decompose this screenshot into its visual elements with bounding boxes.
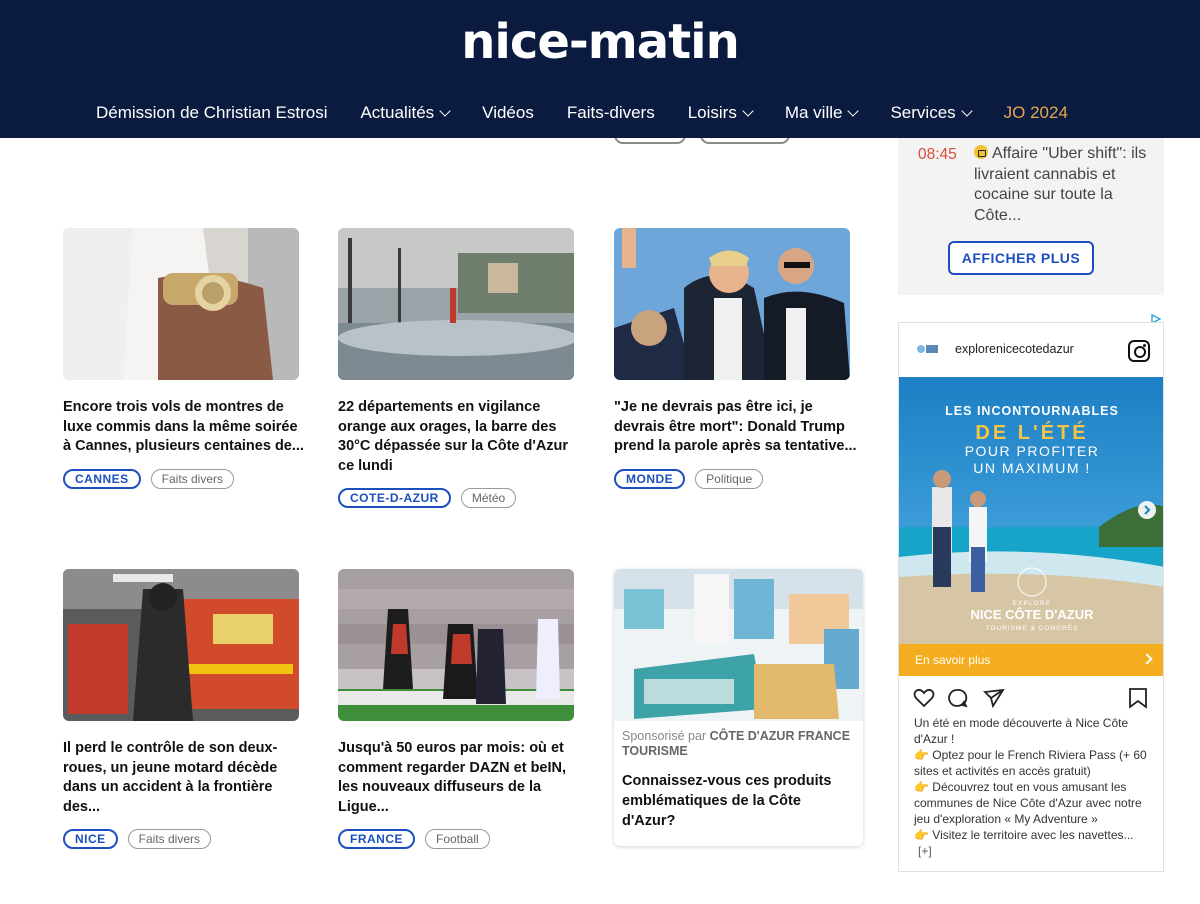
- instagram-username[interactable]: explorenicecotedazur: [955, 342, 1074, 356]
- chevron-down-icon: [960, 104, 973, 117]
- tag-location[interactable]: FRANCE: [338, 829, 415, 849]
- article-image-watch[interactable]: [63, 228, 299, 380]
- ad-headline-2: DE L'ÉTÉ: [975, 421, 1088, 444]
- sponsored-image[interactable]: [614, 569, 863, 721]
- caption-text: Visitez le territoire avec les navettes.…: [932, 828, 1134, 842]
- caption-text: Découvrez tout en vous amusant les commu…: [914, 780, 1142, 826]
- article-title[interactable]: "Je ne devrais pas être ici, je devrais …: [614, 398, 860, 457]
- live-headline-text: Affaire "Uber shift": ils livraient cann…: [974, 145, 1147, 224]
- caption-text: Optez pour le French Riviera Pass (+ 60 …: [914, 748, 1147, 778]
- article-image-storm[interactable]: [338, 228, 574, 380]
- article-title[interactable]: 22 départements en vigilance orange aux …: [338, 398, 584, 476]
- nav-label: Faits-divers: [566, 103, 655, 122]
- caption-line: 👉 Optez pour le French Riviera Pass (+ 6…: [914, 747, 1152, 779]
- instagram-actions: [913, 688, 1147, 709]
- nav-item-videos[interactable]: Vidéos: [482, 103, 534, 123]
- share-icon[interactable]: [983, 688, 1005, 709]
- nav-label: Ma ville: [784, 103, 843, 122]
- nav-label: Démission de Christian Estrosi: [96, 103, 328, 122]
- pointing-hand-icon: 👉: [914, 828, 929, 842]
- chevron-down-icon: [847, 104, 860, 117]
- sponsored-card[interactable]: Sponsorisé par CÔTE D'AZUR FRANCE TOURIS…: [614, 569, 863, 846]
- instagram-icon[interactable]: [1128, 340, 1150, 362]
- lock-icon: [974, 145, 988, 159]
- tag-category[interactable]: Football: [425, 829, 490, 849]
- tag-location[interactable]: MONDE: [614, 468, 686, 489]
- caption-line: 👉 Découvrez tout en vous amusant les com…: [914, 779, 1152, 827]
- article-card[interactable]: Encore trois vols de montres de luxe com…: [63, 228, 304, 489]
- article-title[interactable]: Il perd le contrôle de son deux-roues, u…: [63, 739, 309, 817]
- account-logo-icon: [917, 345, 938, 353]
- main-nav: Démission de Christian Estrosi Actualité…: [96, 101, 1068, 125]
- nav-item-services[interactable]: Services: [890, 103, 973, 123]
- cta-label: En savoir plus: [915, 653, 991, 667]
- instagram-ad[interactable]: explorenicecotedazur LES INCONTOURNABLES…: [898, 322, 1164, 872]
- ad-headline-1: LES INCONTOURNABLES: [945, 404, 1119, 418]
- chevron-right-icon: [1141, 653, 1153, 665]
- learn-more-button[interactable]: En savoir plus: [899, 644, 1163, 676]
- nav-item-jo-2024[interactable]: JO 2024: [1004, 103, 1068, 123]
- nav-label: Actualités: [360, 103, 435, 122]
- site-logo[interactable]: nice-matin: [0, 14, 1200, 70]
- ad-headline-3: POUR PROFITER: [965, 443, 1100, 459]
- tag-category[interactable]: Faits divers: [127, 829, 212, 849]
- site-header: nice-matin Démission de Christian Estros…: [0, 0, 1200, 138]
- caption-line: Un été en mode découverte à Nice Côte d'…: [914, 716, 1129, 746]
- tag-category[interactable]: Faits divers: [150, 468, 235, 489]
- article-card[interactable]: Il perd le contrôle de son deux-roues, u…: [63, 569, 303, 849]
- instagram-caption: Un été en mode découverte à Nice Côte d'…: [914, 715, 1152, 859]
- carousel-next-icon[interactable]: [1138, 501, 1156, 519]
- tag-category[interactable]: Météo: [460, 488, 517, 508]
- instagram-header: explorenicecotedazur: [899, 323, 1163, 377]
- live-headline[interactable]: Affaire "Uber shift": ils livraient cann…: [974, 144, 1149, 226]
- chevron-down-icon: [742, 104, 754, 117]
- sponsored-title[interactable]: Connaissez-vous ces produits emblématiqu…: [622, 771, 855, 831]
- chevron-down-icon: [439, 104, 451, 117]
- sponsored-label: Sponsorisé par CÔTE D'AZUR FRANCE TOURIS…: [622, 729, 855, 759]
- show-more-button[interactable]: AFFICHER PLUS: [948, 241, 1094, 275]
- bookmark-icon[interactable]: [1129, 688, 1147, 709]
- comment-icon[interactable]: [948, 689, 968, 708]
- nav-label: Services: [890, 103, 956, 122]
- tag-location[interactable]: CANNES: [63, 468, 141, 489]
- nav-item-loisirs[interactable]: Loisirs: [687, 103, 754, 123]
- live-time: 08:45: [918, 146, 957, 163]
- tag-location[interactable]: COTE-D-AZUR: [338, 488, 451, 508]
- pointing-hand-icon: 👉: [914, 748, 929, 762]
- nav-label: Loisirs: [687, 103, 737, 122]
- heart-icon[interactable]: [913, 688, 935, 708]
- sponsored-prefix: Sponsorisé par: [622, 729, 707, 743]
- ad-brand: NICE CÔTE D'AZUR: [971, 607, 1095, 622]
- article-title[interactable]: Encore trois vols de montres de luxe com…: [63, 398, 309, 457]
- article-card[interactable]: Jusqu'à 50 euros par mois: où et comment…: [338, 569, 578, 849]
- live-news-box: 08:45 Affaire "Uber shift": ils livraien…: [898, 138, 1164, 295]
- ad-headline-4: UN MAXIMUM !: [973, 460, 1091, 476]
- article-title[interactable]: Jusqu'à 50 euros par mois: où et comment…: [338, 739, 584, 817]
- nav-item-faits-divers[interactable]: Faits-divers: [567, 103, 655, 123]
- ad-brand-sub: TOURISME & CONGRÈS: [985, 623, 1078, 632]
- tag-category[interactable]: Politique: [695, 468, 764, 489]
- nav-label: JO 2024: [1003, 103, 1068, 122]
- article-card[interactable]: 22 départements en vigilance orange aux …: [338, 228, 578, 508]
- instagram-ad-image[interactable]: LES INCONTOURNABLES DE L'ÉTÉ POUR PROFIT…: [899, 377, 1163, 644]
- nav-label: Vidéos: [482, 103, 534, 122]
- tag-location[interactable]: NICE: [63, 829, 118, 849]
- article-image-football[interactable]: [338, 569, 574, 721]
- nav-item-estrosi[interactable]: Démission de Christian Estrosi: [96, 103, 327, 123]
- article-image-firetruck[interactable]: [63, 569, 299, 721]
- caption-expand-link[interactable]: [+]: [918, 844, 932, 858]
- article-card[interactable]: "Je ne devrais pas être ici, je devrais …: [614, 228, 857, 489]
- nav-item-ma-ville[interactable]: Ma ville: [784, 103, 860, 123]
- nav-item-actualites[interactable]: Actualités: [360, 103, 451, 123]
- caption-line: 👉 Visitez le territoire avec les navette…: [914, 827, 1152, 843]
- pointing-hand-icon: 👉: [914, 780, 929, 794]
- article-image-trump[interactable]: [614, 228, 850, 380]
